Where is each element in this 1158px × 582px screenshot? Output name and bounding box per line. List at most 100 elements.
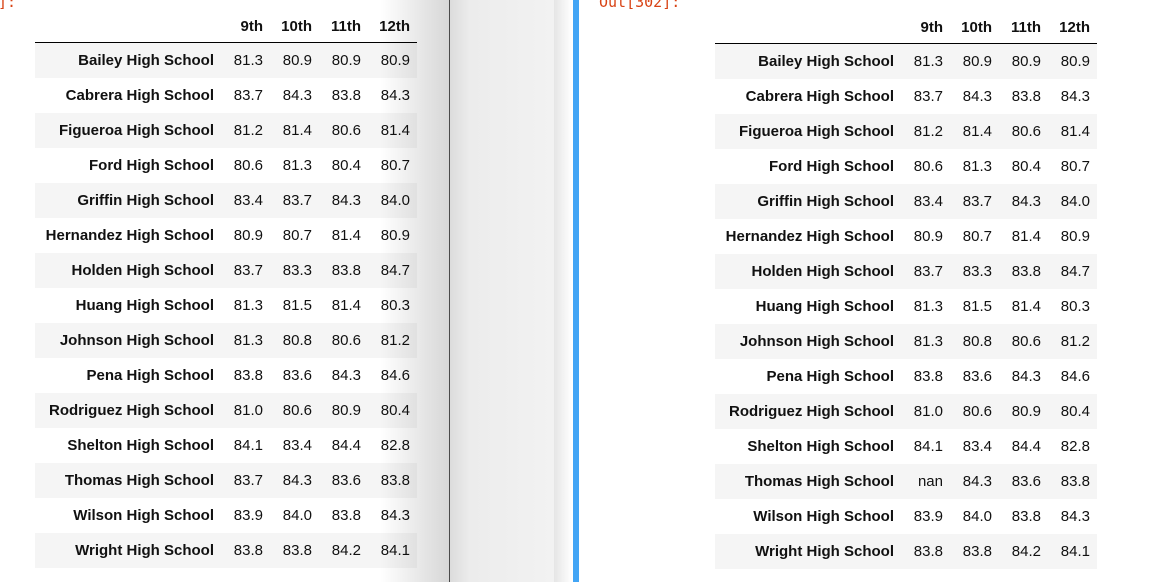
table-row: Griffin High School 83.4 83.7 84.3 84.0 xyxy=(715,184,1097,219)
index-header xyxy=(715,13,901,44)
table-row: Rodriguez High School 81.0 80.6 80.9 80.4 xyxy=(715,394,1097,429)
table-cell: 83.8 xyxy=(913,368,943,385)
table-cell: 83.8 xyxy=(331,87,361,104)
table-cell: 81.2 xyxy=(1060,333,1090,350)
table-cell: 80.9 xyxy=(913,228,943,245)
table-cell: 83.9 xyxy=(233,507,263,524)
left-notebook-pane: ]: 9th 10th 11th 12th Bailey High School… xyxy=(0,0,450,582)
table-cell: 80.4 xyxy=(380,402,410,419)
row-index-label: Ford High School xyxy=(89,157,214,174)
table-cell: 83.7 xyxy=(962,193,992,210)
row-index-label: Wilson High School xyxy=(73,507,214,524)
column-header: 11th xyxy=(319,12,368,43)
row-index-label: Holden High School xyxy=(751,263,895,280)
table-cell: 80.9 xyxy=(331,52,361,69)
table-cell: 83.4 xyxy=(233,192,263,209)
table-row: Thomas High School 83.7 84.3 83.6 83.8 xyxy=(35,463,417,498)
row-index-label: Ford High School xyxy=(769,158,894,175)
table-cell: 80.9 xyxy=(331,402,361,419)
column-header: 12th xyxy=(1048,13,1097,44)
table-row: Johnson High School 81.3 80.8 80.6 81.2 xyxy=(715,324,1097,359)
table-cell: 84.1 xyxy=(380,542,410,559)
table-row: Huang High School 81.3 81.5 81.4 80.3 xyxy=(715,289,1097,324)
table-cell: 80.4 xyxy=(331,157,361,174)
output-prompt: ]: xyxy=(0,0,17,11)
row-index-label: Pena High School xyxy=(766,368,894,385)
header-row: 9th 10th 11th 12th xyxy=(715,13,1097,44)
table-row: Wilson High School 83.9 84.0 83.8 84.3 xyxy=(35,498,417,533)
table-cell: 81.3 xyxy=(233,332,263,349)
table-cell: 83.3 xyxy=(962,263,992,280)
table-cell: 80.6 xyxy=(962,403,992,420)
table-cell: 81.3 xyxy=(913,333,943,350)
table-cell: 84.3 xyxy=(1060,508,1090,525)
header-row: 9th 10th 11th 12th xyxy=(35,12,417,43)
row-index-label: Cabrera High School xyxy=(745,88,894,105)
table-cell: 84.1 xyxy=(913,438,943,455)
table-cell: 83.7 xyxy=(282,192,312,209)
table-cell: 81.2 xyxy=(233,122,263,139)
row-index-label: Huang High School xyxy=(755,298,894,315)
table-cell: 84.3 xyxy=(962,88,992,105)
table-cell: 83.8 xyxy=(380,472,410,489)
table-cell: 83.8 xyxy=(282,542,312,559)
table-cell: 83.8 xyxy=(913,543,943,560)
table-cell: 80.9 xyxy=(380,227,410,244)
row-index-label: Hernandez High School xyxy=(45,227,214,244)
table-cell: 84.2 xyxy=(1011,543,1041,560)
table-cell: 84.3 xyxy=(1011,368,1041,385)
table-cell: 83.7 xyxy=(233,472,263,489)
table-cell: 81.4 xyxy=(1011,298,1041,315)
table-cell: 80.6 xyxy=(331,332,361,349)
table-row: Ford High School 80.6 81.3 80.4 80.7 xyxy=(715,149,1097,184)
table-row: Ford High School 80.6 81.3 80.4 80.7 xyxy=(35,148,417,183)
table-cell: 83.7 xyxy=(913,263,943,280)
table-cell: 83.7 xyxy=(233,262,263,279)
table-cell: 81.4 xyxy=(1011,228,1041,245)
table-cell: 84.3 xyxy=(380,87,410,104)
table-row: Holden High School 83.7 83.3 83.8 84.7 xyxy=(715,254,1097,289)
table-cell: 80.9 xyxy=(962,53,992,70)
table-cell: 81.4 xyxy=(331,297,361,314)
table-row: Wright High School 83.8 83.8 84.2 84.1 xyxy=(715,534,1097,569)
table-cell: 81.0 xyxy=(913,403,943,420)
table-cell: 81.3 xyxy=(233,52,263,69)
table-cell: 80.3 xyxy=(380,297,410,314)
row-index-label: Shelton High School xyxy=(747,438,894,455)
table-cell: 81.3 xyxy=(913,298,943,315)
index-header xyxy=(35,12,221,43)
table-cell: 81.5 xyxy=(962,298,992,315)
row-index-label: Pena High School xyxy=(86,367,214,384)
table-cell: 84.3 xyxy=(282,472,312,489)
table-cell: 84.0 xyxy=(1060,193,1090,210)
table-cell: 84.0 xyxy=(282,507,312,524)
table-cell: 81.4 xyxy=(331,227,361,244)
table-cell: 84.1 xyxy=(233,437,263,454)
table-cell: 80.9 xyxy=(1011,53,1041,70)
table-cell: 80.7 xyxy=(1060,158,1090,175)
table-cell: 84.3 xyxy=(331,192,361,209)
table-cell: 84.3 xyxy=(282,87,312,104)
table-cell: 84.4 xyxy=(331,437,361,454)
table-cell: 80.3 xyxy=(1060,298,1090,315)
table-cell: 84.3 xyxy=(380,507,410,524)
column-header: 9th xyxy=(221,12,270,43)
row-index-label: Rodriguez High School xyxy=(49,402,214,419)
table-row: Bailey High School 81.3 80.9 80.9 80.9 xyxy=(715,43,1097,79)
table-cell: 83.8 xyxy=(331,507,361,524)
table-cell: 83.8 xyxy=(1011,508,1041,525)
row-index-label: Thomas High School xyxy=(64,472,214,489)
selected-cell-indicator[interactable] xyxy=(573,0,579,582)
table-cell: 84.3 xyxy=(331,367,361,384)
table-row: Figueroa High School 81.2 81.4 80.6 81.4 xyxy=(715,114,1097,149)
output-prompt: Out[302]: xyxy=(599,0,681,11)
table-cell: 81.2 xyxy=(913,123,943,140)
table-cell: 80.6 xyxy=(913,158,943,175)
table-cell: 84.3 xyxy=(1060,88,1090,105)
table-cell: 83.4 xyxy=(962,438,992,455)
table-row: Griffin High School 83.4 83.7 84.3 84.0 xyxy=(35,183,417,218)
table-cell: 83.8 xyxy=(1011,88,1041,105)
row-index-label: Huang High School xyxy=(75,297,214,314)
table-cell: 80.9 xyxy=(233,227,263,244)
column-header: 10th xyxy=(950,13,999,44)
